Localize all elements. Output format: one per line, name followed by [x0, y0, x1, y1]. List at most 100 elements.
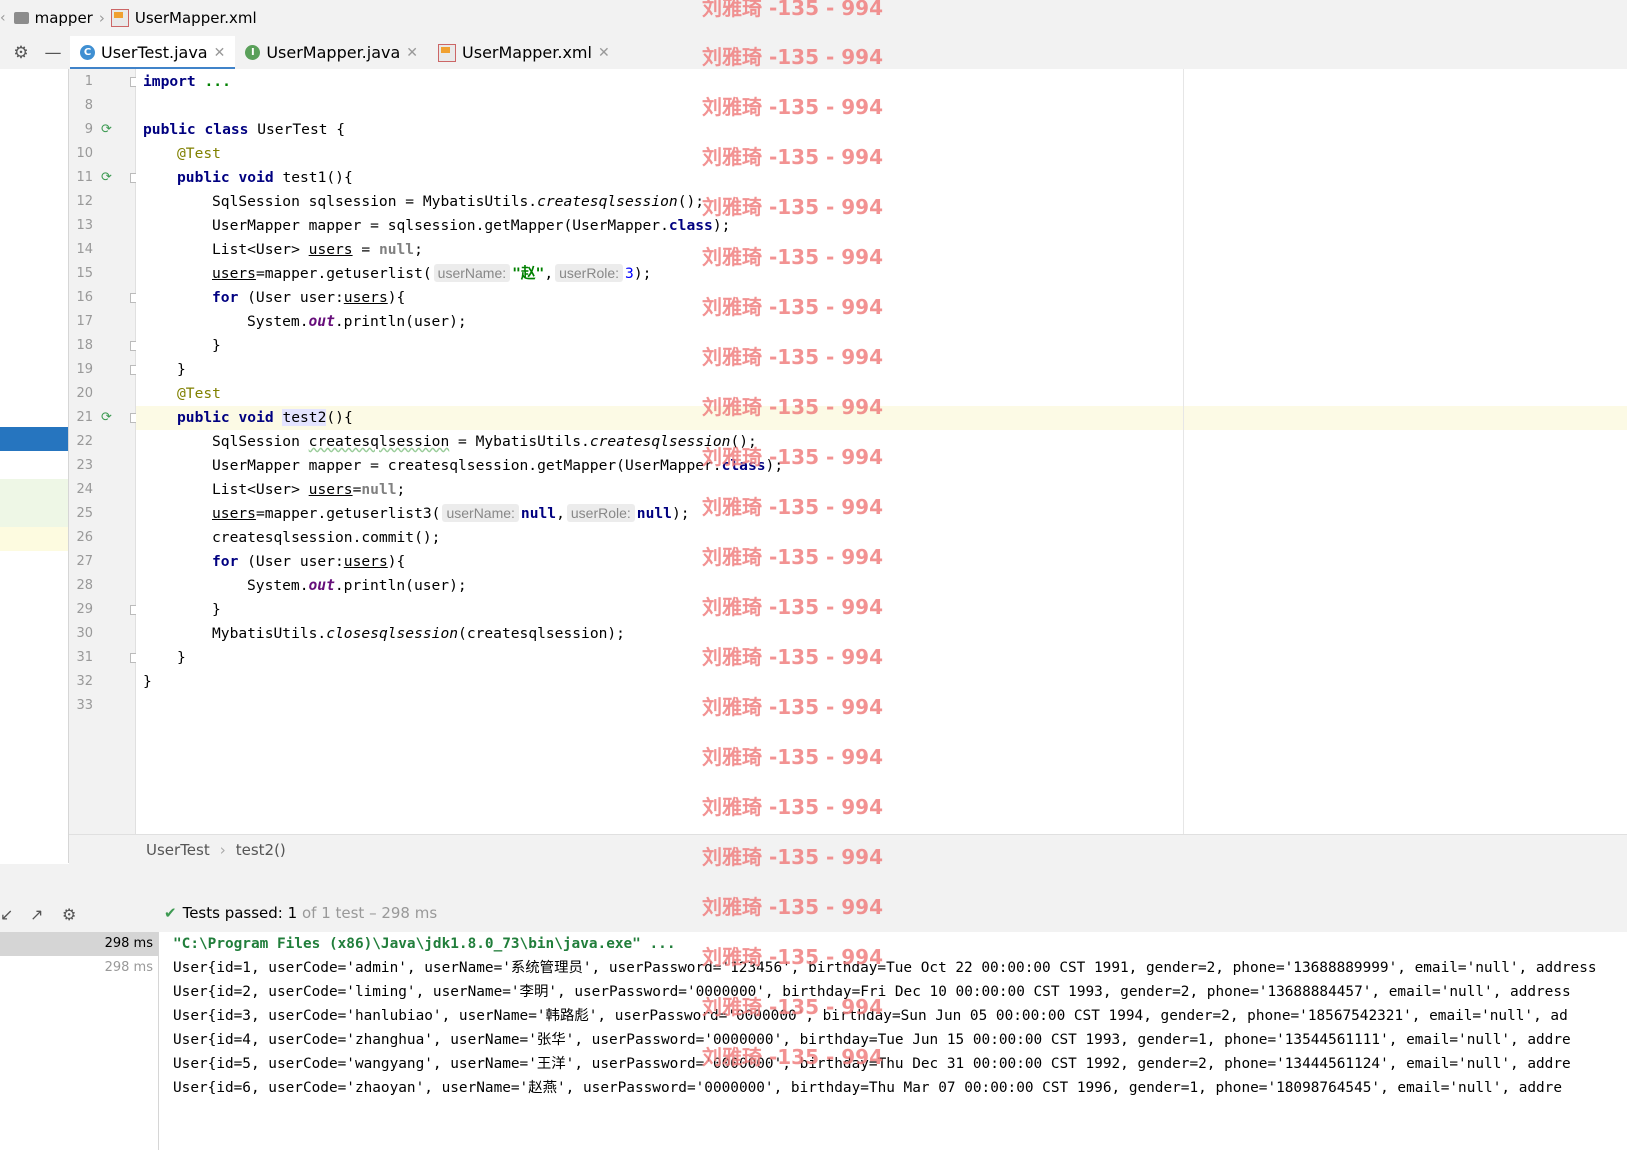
- static-field: out: [308, 313, 335, 330]
- console-command-line[interactable]: "C:\Program Files (x86)\Java\jdk1.8.0_73…: [173, 932, 676, 956]
- static-method: createsqlsession: [589, 433, 731, 450]
- code-text: System.: [247, 313, 309, 330]
- gear-icon[interactable]: ⚙: [12, 44, 30, 62]
- code-text: ){: [387, 553, 406, 570]
- string-literal: "赵": [512, 265, 545, 282]
- tab-label: UserMapper.java: [266, 43, 401, 62]
- keyword: null: [361, 481, 397, 498]
- line-number: 9: [84, 122, 93, 137]
- variable: users: [343, 289, 388, 306]
- console-line: User{id=6, userCode='zhaoyan', userName=…: [173, 1080, 1563, 1096]
- run-test-method-icon[interactable]: ⟳: [101, 411, 115, 425]
- close-icon[interactable]: ✕: [598, 45, 610, 61]
- code-line: users=mapper.getuserlist3(userName: null,…: [212, 502, 690, 526]
- run-toolbar: ↙ ↗ ⚙ ✔ Tests passed: 1 of 1 test – 298 m…: [0, 897, 1627, 933]
- line-number: 13: [76, 218, 93, 233]
- import-tests-icon[interactable]: ↙: [0, 905, 13, 924]
- code-editor[interactable]: import ... public class UserTest { @Test…: [136, 69, 1627, 834]
- breadcrumb-folder[interactable]: mapper: [13, 9, 93, 27]
- code-text: );: [671, 505, 690, 522]
- minimize-icon[interactable]: —: [44, 44, 62, 62]
- parameter-hint: userName:: [433, 264, 511, 282]
- code-text: =mapper.getuserlist(: [255, 265, 432, 282]
- keyword: null: [520, 505, 557, 522]
- code-text: );: [633, 265, 652, 282]
- number-literal: 3: [625, 265, 634, 282]
- editor-breadcrumb: UserTest › test2(): [69, 834, 1627, 865]
- breadcrumb-class[interactable]: UserTest: [146, 841, 210, 859]
- xml-file-icon: [438, 43, 457, 62]
- export-tests-icon[interactable]: ↗: [30, 905, 43, 924]
- tab-usermapper-java[interactable]: I UserMapper.java ✕: [235, 36, 428, 69]
- line-number: 8: [84, 98, 93, 113]
- line-number: 27: [76, 554, 93, 569]
- variable: users: [343, 553, 388, 570]
- test-results-tree: 298 ms 298 ms: [0, 932, 159, 1150]
- code-line: for (User user:users){: [212, 550, 405, 574]
- parameter-hint: userRole:: [555, 264, 624, 282]
- keyword: public void: [177, 409, 274, 426]
- variable: users: [212, 265, 256, 282]
- tab-label: UserTest.java: [101, 43, 208, 62]
- code-line: import ...: [143, 70, 231, 94]
- console-line: User{id=3, userCode='hanlubiao', userNam…: [173, 1008, 1568, 1024]
- code-line: List<User> users=null;: [212, 478, 405, 502]
- variable: createsqlsession: [308, 433, 450, 450]
- line-number: 19: [76, 362, 93, 377]
- code-text: List<User>: [212, 241, 309, 258]
- selected-project-item[interactable]: [0, 427, 68, 451]
- chevron-left-icon[interactable]: ‹: [0, 10, 6, 26]
- test-status-prefix: Tests passed:: [182, 904, 283, 922]
- java-interface-icon: I: [245, 45, 261, 60]
- code-line: users=mapper.getuserlist(userName: "赵", us…: [212, 262, 651, 286]
- variable: users: [308, 481, 353, 498]
- code-text: UserMapper mapper = sqlsession.getMapper…: [212, 217, 669, 234]
- line-number: 17: [76, 314, 93, 329]
- java-class-icon: C: [80, 45, 95, 60]
- line-number: 15: [76, 266, 93, 281]
- code-text: ;: [414, 241, 423, 258]
- line-number: 30: [76, 626, 93, 641]
- tests-passed-count: 1: [287, 904, 298, 922]
- code-text: .println(user);: [334, 313, 467, 330]
- line-number: 1: [84, 74, 93, 89]
- test-tree-row[interactable]: 298 ms: [0, 932, 158, 956]
- code-text: System.: [247, 577, 309, 594]
- code-text: UserTest {: [248, 121, 346, 138]
- run-test-method-icon[interactable]: ⟳: [101, 171, 115, 185]
- right-margin-guide: [1183, 69, 1184, 834]
- keyword: public class: [143, 121, 249, 138]
- static-field: out: [308, 577, 335, 594]
- keyword: null: [636, 505, 672, 522]
- test-tree-row[interactable]: 298 ms: [0, 956, 158, 980]
- breadcrumb-file[interactable]: UserMapper.xml: [110, 9, 257, 27]
- breadcrumb-separator: ›: [219, 840, 226, 859]
- code-text: ){: [387, 289, 406, 306]
- code-line: UserMapper mapper = createsqlsession.get…: [212, 454, 783, 478]
- tab-usertest-java[interactable]: C UserTest.java ✕: [70, 36, 236, 70]
- close-icon[interactable]: ✕: [406, 45, 418, 61]
- breadcrumb-file-label: UserMapper.xml: [134, 9, 257, 27]
- annotation: @Test: [177, 145, 221, 162]
- line-number: 31: [76, 650, 93, 665]
- tab-usermapper-xml[interactable]: UserMapper.xml ✕: [428, 36, 620, 69]
- close-icon[interactable]: ✕: [214, 45, 226, 61]
- line-number: 21: [76, 410, 93, 425]
- code-text: );: [765, 457, 784, 474]
- console-output[interactable]: "C:\Program Files (x86)\Java\jdk1.8.0_73…: [159, 932, 1627, 1150]
- current-line-highlight: [136, 406, 1627, 430]
- line-number: 28: [76, 578, 93, 593]
- code-line: }: [212, 337, 221, 354]
- xml-file-icon: [110, 9, 129, 27]
- code-line: System.out.println(user);: [247, 310, 467, 334]
- changed-lines-marker: [0, 479, 68, 527]
- line-number: 29: [76, 602, 93, 617]
- code-text: );: [712, 217, 731, 234]
- line-number: 18: [76, 338, 93, 353]
- line-number: 26: [76, 530, 93, 545]
- run-test-class-icon[interactable]: ⟳: [101, 123, 115, 137]
- breadcrumb-method[interactable]: test2(): [236, 841, 286, 859]
- folded-imports[interactable]: ...: [196, 73, 231, 90]
- test-status: ✔ Tests passed: 1 of 1 test – 298 ms: [164, 904, 437, 922]
- gear-icon[interactable]: ⚙: [62, 905, 76, 924]
